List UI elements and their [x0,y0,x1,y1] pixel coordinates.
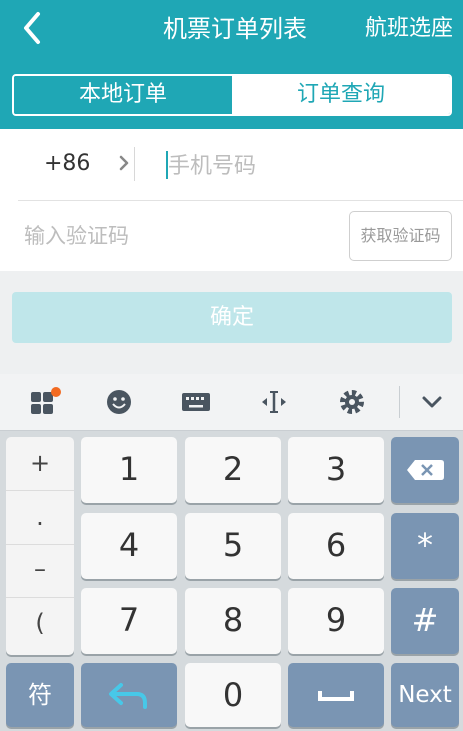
settings-icon[interactable] [334,384,370,420]
divider [399,386,400,418]
seat-selection-link[interactable]: 航班选座 [365,14,453,44]
chevron-right-icon[interactable] [118,153,130,173]
symbol-key[interactable]: . [6,503,74,531]
tab-local-orders[interactable]: 本地订单 [14,76,232,114]
symbols-key[interactable]: 符 [6,663,74,727]
query-form: +86 获取验证码 [0,129,463,271]
country-code[interactable]: +86 [44,151,90,176]
divider [6,490,74,491]
phone-row: +86 [0,129,463,200]
app-header: 机票订单列表 航班选座 本地订单 订单查询 [0,0,463,129]
verification-code-input[interactable] [22,217,326,255]
key-1[interactable]: 1 [81,437,177,503]
key-8[interactable]: 8 [185,588,281,654]
key-7[interactable]: 7 [81,588,177,654]
key-5[interactable]: 5 [185,513,281,579]
key-6[interactable]: 6 [288,513,384,579]
backspace-key[interactable] [391,437,459,503]
collapse-icon[interactable] [414,384,450,420]
key-4[interactable]: 4 [81,513,177,579]
symbol-column[interactable]: + . – ( [6,437,74,655]
keyboard-icon[interactable] [178,384,214,420]
star-key[interactable]: * [391,513,459,579]
keyboard-toolbar [0,374,463,431]
hash-key[interactable]: # [391,588,459,654]
numeric-keyboard: + . – ( 1 2 3 4 5 6 * 7 8 9 # 符 0 Next [0,374,463,731]
divider [6,544,74,545]
cursor-icon[interactable] [256,384,292,420]
symbol-key[interactable]: ( [6,609,74,637]
key-2[interactable]: 2 [185,437,281,503]
page-title: 机票订单列表 [163,15,307,43]
emoji-icon[interactable] [101,384,137,420]
phone-input[interactable] [166,147,440,185]
divider [6,597,74,598]
segmented-tabs: 本地订单 订单查询 [12,74,452,116]
key-3[interactable]: 3 [288,437,384,503]
key-0[interactable]: 0 [185,663,281,727]
back-icon[interactable] [18,10,50,46]
apps-icon[interactable] [26,384,62,420]
code-row: 获取验证码 [0,201,463,271]
space-key[interactable] [288,663,384,727]
symbol-key[interactable]: – [6,555,74,583]
key-9[interactable]: 9 [288,588,384,654]
tab-order-query[interactable]: 订单查询 [232,76,450,114]
divider [134,147,135,181]
return-key[interactable] [81,663,177,727]
next-key[interactable]: Next [391,663,459,727]
symbol-key[interactable]: + [6,449,74,477]
get-code-button[interactable]: 获取验证码 [349,211,452,261]
confirm-button[interactable]: 确定 [12,292,452,343]
